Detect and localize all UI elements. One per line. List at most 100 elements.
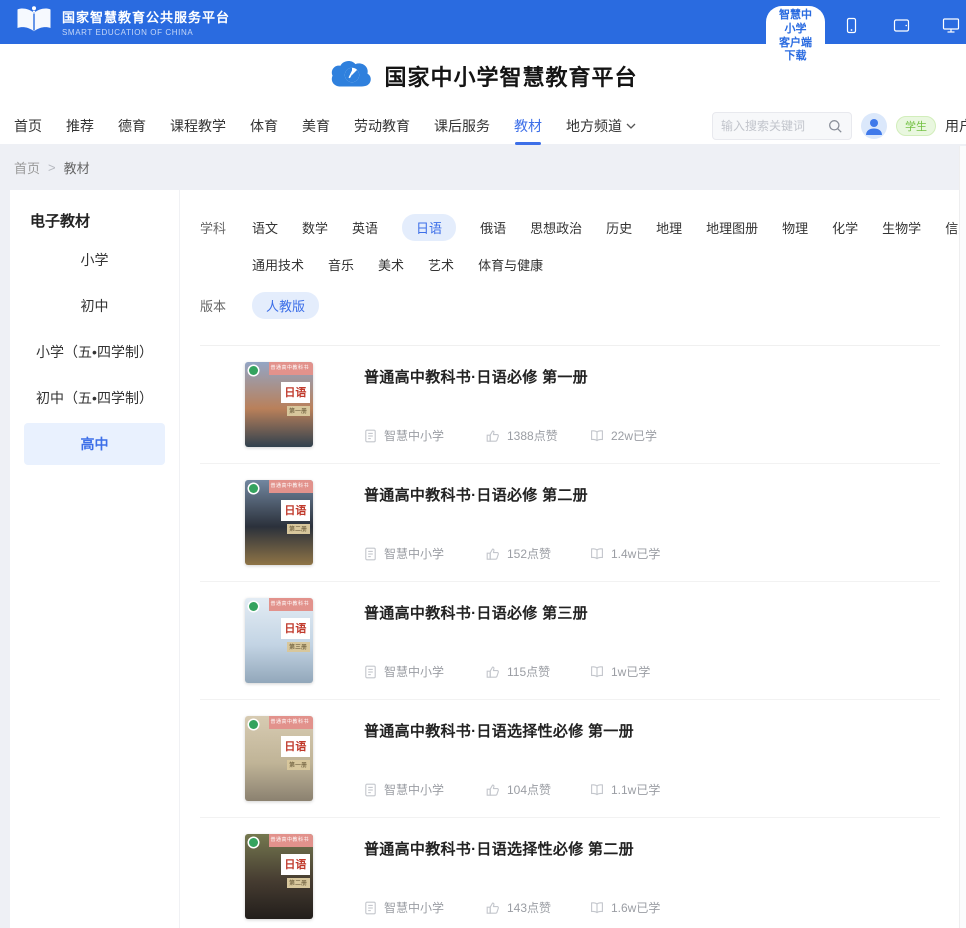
cover-volume-label: 第一册	[287, 406, 310, 415]
nav-item-劳动教育[interactable]: 劳动教育	[354, 107, 410, 145]
nav-item-地方频道[interactable]: 地方频道	[566, 107, 636, 145]
book-list-item[interactable]: 普通高中教科书日语第二册普通高中教科书·日语必修 第二册智慧中小学152点赞1.…	[200, 464, 940, 582]
cover-volume-label: 第一册	[287, 760, 310, 769]
filter-option-音乐[interactable]: 音乐	[328, 251, 354, 278]
client-download-button[interactable]: 智慧中小学 客户端下载	[766, 6, 825, 67]
filter-option-美术[interactable]: 美术	[378, 251, 404, 278]
book-cover[interactable]: 普通高中教科书日语第二册	[245, 480, 313, 565]
device-tablet[interactable]: Pad HD版	[879, 17, 924, 56]
phone-icon	[844, 17, 859, 39]
book-list-item[interactable]: 普通高中教科书日语第三册普通高中教科书·日语必修 第三册智慧中小学115点赞1w…	[200, 582, 940, 700]
stat-learned: 22w已学	[590, 427, 657, 444]
nav-item-label: 美育	[302, 116, 330, 136]
publisher-icon	[364, 665, 377, 679]
tablet-icon	[893, 17, 910, 39]
filter-option-化学[interactable]: 化学	[832, 214, 858, 241]
book-title[interactable]: 普通高中教科书·日语必修 第一册	[364, 366, 940, 387]
stat-learned: 1w已学	[590, 663, 650, 680]
nav-item-德育[interactable]: 德育	[118, 107, 146, 145]
stat-text: 1w已学	[611, 663, 650, 680]
book-title[interactable]: 普通高中教科书·日语必修 第二册	[364, 484, 940, 505]
cover-volume-label: 第三册	[287, 642, 310, 651]
version-filter-label: 版本	[200, 296, 228, 315]
content-area: 学科 语文数学英语日语俄语思想政治历史地理地理图册物理化学生物学信息技术 通用技…	[180, 190, 966, 928]
device-phone[interactable]: 手机版	[837, 17, 867, 56]
filter-option-物理[interactable]: 物理	[782, 214, 808, 241]
page-body: 电子教材 小学初中小学（五•四学制）初中（五•四学制）高中 学科 语文数学英语日…	[0, 190, 966, 928]
device-label: Pad HD版	[879, 41, 924, 56]
book-title[interactable]: 普通高中教科书·日语必修 第三册	[364, 602, 940, 623]
filter-option-数学[interactable]: 数学	[302, 214, 328, 241]
breadcrumb-home[interactable]: 首页	[14, 158, 40, 177]
nav-item-体育[interactable]: 体育	[250, 107, 278, 145]
filter-option-人教版[interactable]: 人教版	[252, 292, 319, 319]
book-title[interactable]: 普通高中教科书·日语选择性必修 第二册	[364, 838, 940, 859]
username[interactable]: 用户5562	[945, 116, 966, 136]
subject-filter-row1: 学科 语文数学英语日语俄语思想政治历史地理地理图册物理化学生物学信息技术	[200, 214, 940, 241]
filter-option-体育与健康[interactable]: 体育与健康	[478, 251, 543, 278]
book-stats: 智慧中小学104点赞1.1w已学	[364, 781, 940, 798]
publisher-icon	[364, 429, 377, 443]
publisher-logo-icon	[249, 484, 258, 493]
book-list-item[interactable]: 普通高中教科书日语第一册普通高中教科书·日语选择性必修 第一册智慧中小学104点…	[200, 700, 940, 818]
publisher-icon	[364, 783, 377, 797]
search-input[interactable]	[721, 119, 828, 133]
filter-option-历史[interactable]: 历史	[606, 214, 632, 241]
filter-option-俄语[interactable]: 俄语	[480, 214, 506, 241]
book-cover[interactable]: 普通高中教科书日语第一册	[245, 362, 313, 447]
book-list-item[interactable]: 普通高中教科书日语第二册普通高中教科书·日语选择性必修 第二册智慧中小学143点…	[200, 818, 940, 928]
search-box	[712, 112, 852, 140]
platform-name-en: SMART EDUCATION OF CHINA	[62, 28, 230, 37]
nav-item-首页[interactable]: 首页	[14, 107, 42, 145]
cover-subject-box: 日语	[281, 736, 310, 757]
sidebar-item-小学[interactable]: 小学	[24, 239, 165, 281]
search-icon[interactable]	[828, 119, 843, 134]
book-cover[interactable]: 普通高中教科书日语第三册	[245, 598, 313, 683]
platform-brand[interactable]: 国家智慧教育公共服务平台 SMART EDUCATION OF CHINA	[14, 4, 230, 41]
book-cover[interactable]: 普通高中教科书日语第二册	[245, 834, 313, 919]
nav-item-课后服务[interactable]: 课后服务	[434, 107, 490, 145]
open-book-logo-icon	[14, 4, 54, 41]
stat-text: 智慧中小学	[384, 663, 444, 680]
version-filter-row: 版本 人教版	[200, 292, 940, 319]
book-info: 普通高中教科书·日语选择性必修 第一册智慧中小学104点赞1.1w已学	[364, 716, 940, 817]
filter-option-艺术[interactable]: 艺术	[428, 251, 454, 278]
sidebar-item-高中[interactable]: 高中	[24, 423, 165, 465]
filter-option-通用技术[interactable]: 通用技术	[252, 251, 304, 278]
book-list-item[interactable]: 普通高中教科书日语第一册普通高中教科书·日语必修 第一册智慧中小学1388点赞2…	[200, 346, 940, 464]
stat-text: 1.6w已学	[611, 899, 660, 916]
nav-item-教材[interactable]: 教材	[514, 107, 542, 145]
user-avatar-icon[interactable]	[861, 113, 887, 139]
site-title[interactable]: 国家中小学智慧教育平台	[384, 60, 637, 92]
publisher-icon	[364, 547, 377, 561]
device-desktop[interactable]: 桌面端	[936, 17, 966, 56]
stat-text: 22w已学	[611, 427, 657, 444]
stat-text: 智慧中小学	[384, 781, 444, 798]
sidebar-item-小学（五•四学制）[interactable]: 小学（五•四学制）	[24, 331, 165, 373]
nav-item-label: 教材	[514, 116, 542, 136]
nav-item-推荐[interactable]: 推荐	[66, 107, 94, 145]
filter-option-日语[interactable]: 日语	[402, 214, 456, 241]
learned-icon	[590, 665, 604, 678]
nav-item-美育[interactable]: 美育	[302, 107, 330, 145]
filter-option-生物学[interactable]: 生物学	[882, 214, 921, 241]
subject-options-row2: 通用技术音乐美术艺术体育与健康	[252, 251, 543, 278]
publisher-logo-icon	[249, 366, 258, 375]
nav-item-课程教学[interactable]: 课程教学	[170, 107, 226, 145]
filter-option-地理[interactable]: 地理	[656, 214, 682, 241]
filter-option-地理图册[interactable]: 地理图册	[706, 214, 758, 241]
filter-option-语文[interactable]: 语文	[252, 214, 278, 241]
top-app-bar: 国家智慧教育公共服务平台 SMART EDUCATION OF CHINA 智慧…	[0, 0, 966, 44]
learned-icon	[590, 429, 604, 442]
sidebar-item-初中[interactable]: 初中	[24, 285, 165, 327]
book-title[interactable]: 普通高中教科书·日语选择性必修 第一册	[364, 720, 940, 741]
role-badge: 学生	[896, 116, 936, 136]
cloud-book-logo-icon[interactable]	[328, 56, 374, 97]
filter-option-英语[interactable]: 英语	[352, 214, 378, 241]
filter-option-思想政治[interactable]: 思想政治	[530, 214, 582, 241]
book-cover[interactable]: 普通高中教科书日语第一册	[245, 716, 313, 801]
sidebar-item-初中（五•四学制）[interactable]: 初中（五•四学制）	[24, 377, 165, 419]
cover-subject-box: 日语	[281, 500, 310, 521]
nav-item-label: 首页	[14, 116, 42, 136]
scrollbar[interactable]	[959, 146, 966, 928]
